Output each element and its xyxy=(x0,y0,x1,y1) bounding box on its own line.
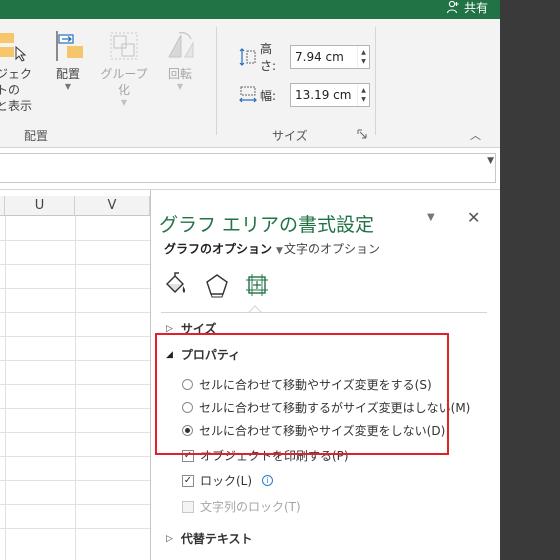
ribbon-separator xyxy=(216,27,217,135)
width-label: 幅: xyxy=(260,88,277,103)
checkbox-label: 文字列のロック(T) xyxy=(200,500,301,514)
rotate-icon xyxy=(168,32,194,58)
grid-line xyxy=(75,216,76,560)
grid-line xyxy=(0,480,150,481)
selection-pane-label2: と表示 xyxy=(0,99,33,113)
selection-pane-button[interactable]: ジェクトの と表示 xyxy=(0,29,38,114)
ribbon-separator xyxy=(375,27,376,135)
grid-line xyxy=(0,336,150,337)
grid-line xyxy=(5,216,6,560)
chevron-down-icon: ▼ xyxy=(64,82,72,91)
chevron-down-icon[interactable]: ▼ xyxy=(276,246,283,256)
tab-text-options[interactable]: 文字のオプション xyxy=(284,240,380,257)
highlight-box xyxy=(155,333,449,455)
align-label: 配置 xyxy=(55,67,80,81)
size-properties-icon[interactable] xyxy=(244,272,270,298)
column-header-v[interactable]: V xyxy=(75,196,150,216)
grid-line xyxy=(0,240,150,241)
grid-line xyxy=(0,456,150,457)
spin-up-icon[interactable]: ▲ xyxy=(361,86,366,95)
size-group-label: サイズ xyxy=(272,129,308,143)
expand-formula-bar-icon[interactable]: ▼ xyxy=(487,156,494,166)
dialog-launcher-icon[interactable] xyxy=(357,129,367,139)
rotate-label: 回転 xyxy=(167,67,192,81)
checkbox-label: ロック(L) xyxy=(200,474,253,488)
fill-line-icon[interactable] xyxy=(163,272,189,298)
tab-graph-options[interactable]: グラフのオプション ▼ xyxy=(164,240,283,257)
window-background xyxy=(500,0,560,560)
arrange-group-label: 配置 xyxy=(24,129,49,143)
align-button[interactable]: 配置 ▼ xyxy=(48,29,88,92)
selection-pane-icon xyxy=(0,33,27,62)
worksheet: U V xyxy=(0,196,150,560)
close-icon[interactable]: ✕ xyxy=(467,208,480,227)
height-input[interactable]: 7.94 cm ▲ ▼ xyxy=(290,45,370,69)
align-icon xyxy=(56,31,83,61)
chevron-right-icon: ▷ xyxy=(166,533,173,544)
group-button[interactable]: グループ化 ▼ xyxy=(96,29,152,108)
ribbon: ジェクトの と表示 配置 ▼ グループ化 ▼ 回転 ▼ 配置 高さ: 7.94 … xyxy=(0,19,500,148)
width-spinner[interactable]: ▲ ▼ xyxy=(357,84,369,106)
width-icon xyxy=(239,86,257,103)
share-label: 共有 xyxy=(463,0,488,15)
rotate-button[interactable]: 回転 ▼ xyxy=(160,29,200,92)
column-header-u[interactable]: U xyxy=(5,196,75,216)
title-bar: 共有 xyxy=(0,0,500,19)
checkbox-disabled[interactable] xyxy=(182,500,194,513)
person-add-icon xyxy=(446,0,459,14)
formula-input[interactable] xyxy=(0,153,496,183)
grid-line xyxy=(0,408,150,409)
section-alt-text[interactable]: ▷ 代替テキスト xyxy=(166,530,253,547)
spin-down-icon[interactable]: ▼ xyxy=(361,57,366,66)
height-row: 高さ: 7.94 cm ▲ ▼ xyxy=(238,40,370,74)
width-value: 13.19 cm xyxy=(295,88,352,102)
section-alt-text-label: 代替テキスト xyxy=(180,532,253,546)
grid-line xyxy=(0,504,150,505)
height-icon xyxy=(239,48,256,66)
checkbox-locked[interactable]: ✓ ロック(L) i xyxy=(182,472,274,489)
width-input[interactable]: 13.19 cm ▲ ▼ xyxy=(290,83,370,107)
height-value: 7.94 cm xyxy=(295,50,344,64)
grid-line xyxy=(0,264,150,265)
pane-title: グラフ エリアの書式設定 xyxy=(159,214,375,236)
height-label: 高さ: xyxy=(260,42,277,73)
chevron-down-icon: ▼ xyxy=(120,98,128,107)
collapse-ribbon-icon[interactable]: ︿ xyxy=(470,127,481,143)
chevron-down-icon: ▼ xyxy=(176,82,184,91)
category-divider xyxy=(161,312,487,313)
height-spinner[interactable]: ▲ ▼ xyxy=(357,46,369,68)
info-icon[interactable]: i xyxy=(262,475,274,486)
chevron-right-icon: ▷ xyxy=(166,323,173,334)
checkbox[interactable]: ✓ xyxy=(182,474,194,487)
share-button[interactable]: 共有 xyxy=(446,0,488,15)
width-row: 幅: 13.19 cm ▲ ▼ xyxy=(238,83,370,107)
effects-icon[interactable] xyxy=(204,272,230,298)
grid-line xyxy=(0,432,150,433)
pane-options-icon[interactable]: ▼ xyxy=(427,212,435,223)
grid-line xyxy=(0,384,150,385)
group-objects-icon xyxy=(110,32,138,60)
checkbox-lock-text[interactable]: 文字列のロック(T) xyxy=(182,498,301,515)
grid-line xyxy=(0,312,150,313)
group-label: グループ化 xyxy=(100,67,148,97)
spin-up-icon[interactable]: ▲ xyxy=(361,48,366,57)
formula-bar: ▼ xyxy=(0,148,500,190)
tab-graph-options-label: グラフのオプション xyxy=(164,242,273,256)
grid-line xyxy=(0,360,150,361)
spin-down-icon[interactable]: ▼ xyxy=(361,95,366,104)
selection-pane-label1: ジェクトの xyxy=(0,67,33,97)
grid-line xyxy=(0,288,150,289)
grid-line xyxy=(0,528,150,529)
